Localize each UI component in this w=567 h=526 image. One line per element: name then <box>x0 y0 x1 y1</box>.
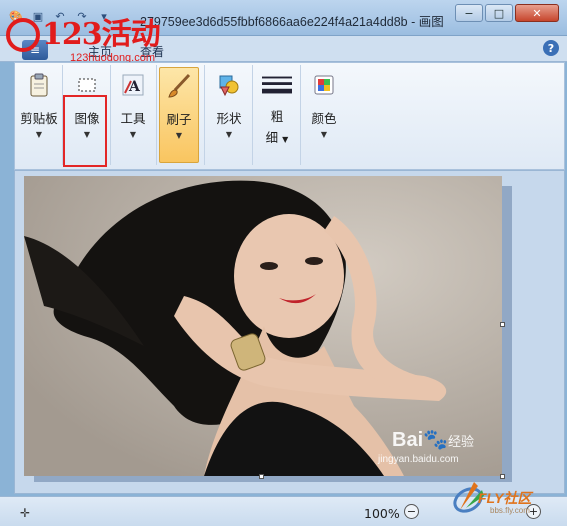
zoom-out-button[interactable]: − <box>404 504 419 519</box>
chevron-down-icon: ▼ <box>175 131 183 140</box>
tools-label: 工具 <box>120 111 146 126</box>
close-button[interactable]: ✕ <box>515 4 559 22</box>
group-clipboard: 剪贴板 ▼ <box>15 65 63 165</box>
group-tools: A 工具 ▼ <box>111 65 157 165</box>
resize-handle-right[interactable] <box>500 322 505 327</box>
shapes-label: 形状 <box>216 111 242 126</box>
size-button[interactable]: 粗 细 ▼ <box>257 67 297 163</box>
logo-q-icon <box>6 18 40 52</box>
window-controls: − □ ✕ <box>455 4 559 22</box>
fly-watermark-text: FLY社区 <box>478 490 532 506</box>
group-brushes: 刷子 ▼ <box>157 65 205 165</box>
baidu-url: jingyan.baidu.com <box>378 454 459 465</box>
group-size: 粗 细 ▼ <box>253 65 301 165</box>
brushes-button[interactable]: 刷子 ▼ <box>159 67 199 163</box>
shapes-icon <box>214 70 244 100</box>
zoom-level: 100% <box>364 506 400 521</box>
colors-label: 颜色 <box>311 111 337 126</box>
clipboard-icon <box>24 70 54 100</box>
resize-handle-bottom[interactable] <box>259 474 264 479</box>
chevron-down-icon: ▼ <box>129 130 137 139</box>
group-colors: 颜色 ▼ <box>301 65 347 165</box>
shapes-button[interactable]: 形状 ▼ <box>209 67 249 163</box>
chevron-down-icon: ▼ <box>282 135 289 144</box>
size-label-text: 细 <box>265 130 279 145</box>
palette-icon <box>309 70 339 100</box>
minimize-button[interactable]: − <box>455 4 483 22</box>
baidu-watermark: Bai🐾经验 <box>392 427 474 452</box>
window-title: 279759ee3d6d55fbbf6866aa6e224f4a21a4dd8b… <box>140 15 444 29</box>
baidu-logo-text: Bai <box>392 429 424 451</box>
line-width-icon <box>262 70 292 100</box>
clipboard-button[interactable]: 剪贴板 ▼ <box>19 67 59 163</box>
size-label-line1: 粗 <box>270 109 284 124</box>
fly-watermark-sub: bbs.fly.com <box>490 506 530 515</box>
colors-button[interactable]: 颜色 ▼ <box>304 67 344 163</box>
text-tool-icon: A <box>118 70 148 100</box>
size-label-line2: 细 ▼ <box>266 127 289 146</box>
move-cursor-icon: ✛ <box>20 506 31 520</box>
chevron-down-icon: ▼ <box>320 130 328 139</box>
watermark-logo: 123活动 <box>6 17 161 52</box>
brushes-label: 刷子 <box>166 112 192 127</box>
logo-text: 123活动 <box>42 17 161 52</box>
baidu-logo-suffix: 经验 <box>448 434 475 449</box>
chevron-down-icon: ▼ <box>35 130 43 139</box>
maximize-button[interactable]: □ <box>485 4 513 22</box>
brush-icon <box>164 71 194 101</box>
tools-button[interactable]: A 工具 ▼ <box>113 67 153 163</box>
image-button-highlight <box>63 95 107 167</box>
group-shapes: 形状 ▼ <box>205 65 253 165</box>
paw-icon: 🐾 <box>423 429 449 451</box>
clipboard-label: 剪贴板 <box>20 111 58 126</box>
chevron-down-icon: ▼ <box>225 130 233 139</box>
help-icon[interactable]: ? <box>543 40 559 56</box>
